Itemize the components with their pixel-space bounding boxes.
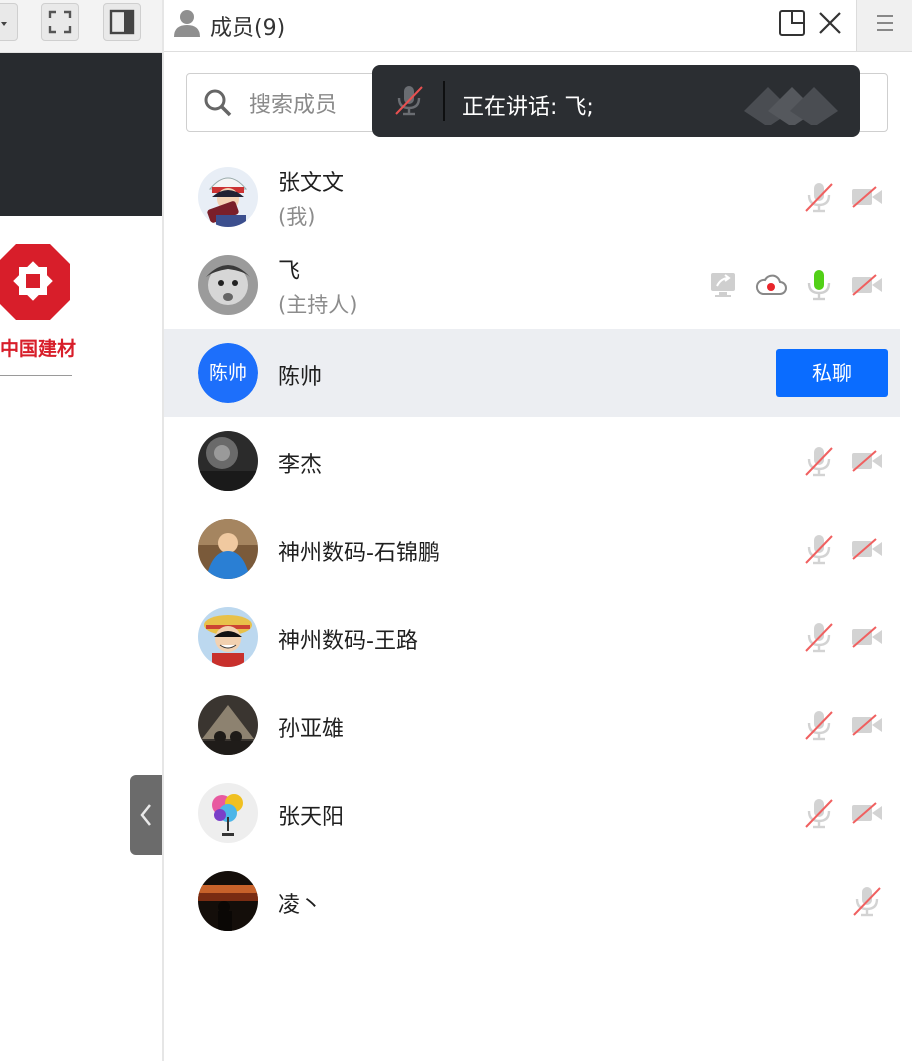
member-name: 陈帅: [278, 365, 323, 390]
member-row[interactable]: 神州数码-石锦鹏: [164, 505, 900, 593]
mic-muted-icon[interactable]: [802, 532, 836, 566]
member-row[interactable]: 张天阳: [164, 769, 900, 857]
avatar-initials: 陈帅: [198, 343, 258, 403]
avatar: 陈帅: [198, 343, 258, 403]
avatar: [198, 255, 258, 315]
fullscreen-button[interactable]: [41, 3, 79, 41]
member-row[interactable]: 张文文 (我): [164, 153, 900, 241]
avatar: [198, 607, 258, 667]
fullscreen-icon: [48, 10, 72, 34]
member-name: 神州数码-王路: [278, 629, 418, 654]
mic-muted-icon[interactable]: [802, 708, 836, 742]
panel-right-icon: [109, 9, 135, 35]
company-logo: 中国建材: [0, 242, 77, 378]
member-row[interactable]: 孙亚雄: [164, 681, 900, 769]
mic-muted-icon[interactable]: [802, 796, 836, 830]
mic-muted-icon: [395, 86, 423, 116]
menu-button[interactable]: [856, 0, 912, 51]
speaking-toast: 正在讲话: 飞;: [372, 65, 860, 137]
avatar: [198, 783, 258, 843]
camera-off-icon[interactable]: [850, 532, 884, 566]
member-row[interactable]: 陈帅 陈帅 私聊: [164, 329, 900, 417]
close-button[interactable]: [816, 9, 844, 37]
sidebar-toggle-button[interactable]: [103, 3, 141, 41]
video-area: [0, 53, 162, 216]
chevron-left-icon: [140, 804, 151, 826]
collapse-panel-button[interactable]: [130, 775, 162, 855]
avatar: [198, 519, 258, 579]
avatar: [198, 871, 258, 931]
mic-active-icon[interactable]: [802, 268, 836, 302]
hamburger-icon: [877, 15, 893, 31]
avatar: [198, 695, 258, 755]
camera-off-icon[interactable]: [850, 708, 884, 742]
camera-off-icon[interactable]: [850, 620, 884, 654]
member-row[interactable]: 凌丶: [164, 857, 900, 945]
camera-off-icon[interactable]: [850, 796, 884, 830]
private-chat-button[interactable]: 私聊: [776, 349, 888, 397]
members-title: 成员(9): [210, 16, 286, 41]
mic-muted-icon[interactable]: [850, 884, 884, 918]
member-row[interactable]: 神州数码-王路: [164, 593, 900, 681]
member-name: 孙亚雄: [278, 717, 345, 742]
avatar: [198, 167, 258, 227]
toast-divider: [443, 81, 445, 121]
member-row[interactable]: 李杰: [164, 417, 900, 505]
logo-text: 中国建材: [0, 338, 77, 360]
popout-button[interactable]: [778, 9, 806, 37]
mic-muted-icon[interactable]: [802, 180, 836, 214]
mic-muted-icon[interactable]: [802, 444, 836, 478]
member-row[interactable]: 飞 (主持人): [164, 241, 900, 329]
camera-off-icon[interactable]: [850, 180, 884, 214]
caret-down-icon: [1, 22, 7, 26]
person-icon: [174, 10, 200, 37]
member-role: (我): [278, 205, 316, 229]
close-icon: [819, 12, 841, 34]
popout-icon: [779, 10, 805, 36]
member-name: 凌丶: [278, 893, 323, 918]
logo-icon: [0, 244, 70, 320]
speaking-text: 正在讲话: 飞;: [462, 95, 594, 120]
search-placeholder[interactable]: 搜索成员: [249, 87, 337, 119]
avatar: [198, 431, 258, 491]
logo-underline: [0, 375, 72, 376]
members-header: 成员(9): [164, 0, 912, 52]
member-name: 李杰: [278, 453, 323, 478]
member-name: 张天阳: [278, 805, 345, 830]
cloud-record-icon[interactable]: [754, 268, 788, 302]
camera-off-icon[interactable]: [850, 268, 884, 302]
app-watermark-icon: [744, 87, 838, 125]
search-icon: [204, 89, 232, 117]
member-role: (主持人): [278, 293, 358, 317]
dropdown-button[interactable]: [0, 3, 18, 41]
left-panel: 中国建材: [0, 0, 162, 1061]
member-name: 飞: [278, 259, 301, 284]
camera-off-icon[interactable]: [850, 444, 884, 478]
screen-share-icon[interactable]: [706, 268, 740, 302]
member-name: 神州数码-石锦鹏: [278, 541, 440, 566]
left-toolbar: [0, 0, 162, 53]
member-name: 张文文: [278, 171, 345, 196]
mic-muted-icon[interactable]: [802, 620, 836, 654]
